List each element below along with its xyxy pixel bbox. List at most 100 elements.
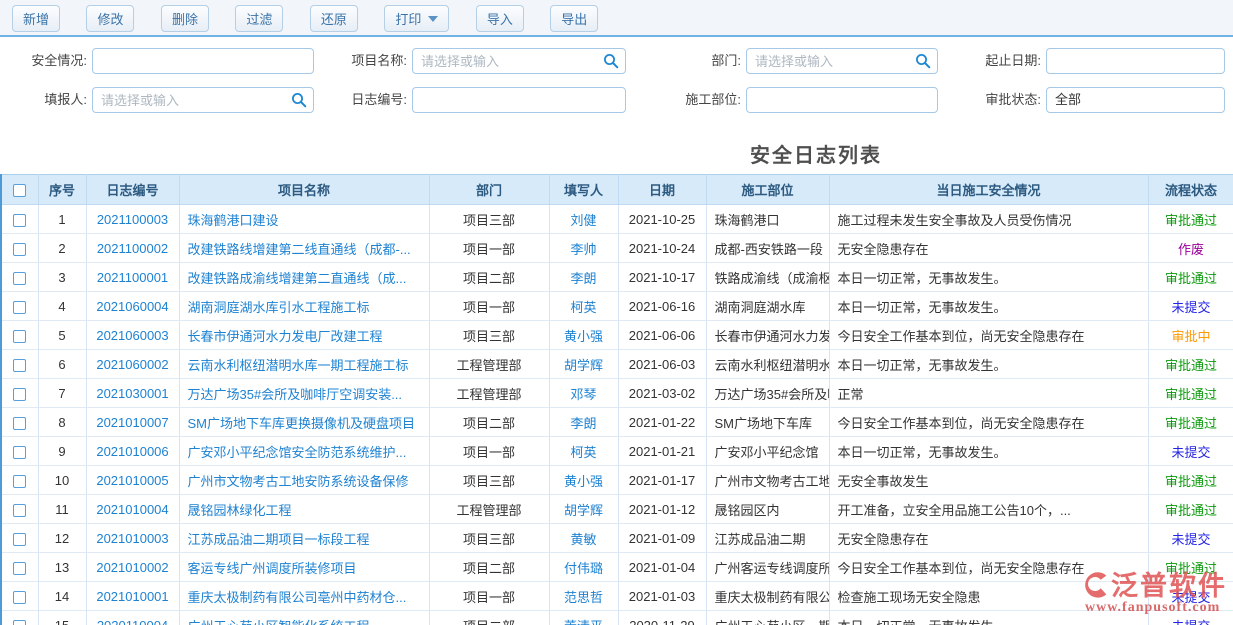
project-name-link[interactable]: 广州天心苑小区智能化系统工程 (188, 619, 370, 625)
table-row[interactable]: 82021010007SM广场地下车库更换摄像机及硬盘项目项目二部李朗2021-… (1, 408, 1233, 437)
row-checkbox[interactable] (13, 417, 26, 430)
row-checkbox[interactable] (13, 533, 26, 546)
department-input[interactable] (746, 48, 938, 74)
project-name-link[interactable]: SM广场地下车库更换摄像机及硬盘项目 (188, 416, 416, 431)
table-row[interactable]: 142021010001重庆太极制药有限公司亳州中药材仓...项目一部范思哲20… (1, 582, 1233, 611)
writer-link[interactable]: 李帅 (570, 242, 596, 257)
table-row[interactable]: 52021060003长春市伊通河水力发电厂改建工程项目三部黄小强2021-06… (1, 321, 1233, 350)
project-name-link[interactable]: 珠海鹤港口建设 (188, 213, 279, 228)
status-badge: 作废 (1178, 242, 1204, 257)
table-row[interactable]: 92021010006广安邓小平纪念馆安全防范系统维护...项目一部柯英2021… (1, 437, 1233, 466)
log-number-link[interactable]: 2020110004 (97, 618, 168, 625)
writer-link[interactable]: 董清平 (564, 619, 603, 625)
row-checkbox[interactable] (13, 591, 26, 604)
import-button[interactable]: 导入 (476, 5, 524, 32)
row-checkbox[interactable] (13, 330, 26, 343)
department-cell: 项目三部 (429, 466, 549, 495)
project-name-link[interactable]: 广安邓小平纪念馆安全防范系统维护... (188, 445, 407, 460)
table-row[interactable]: 12021100003珠海鹤港口建设项目三部刘健2021-10-25珠海鹤港口施… (1, 205, 1233, 234)
delete-button[interactable]: 删除 (161, 5, 209, 32)
table-row[interactable]: 102021010005广州市文物考古工地安防系统设备保修项目三部黄小强2021… (1, 466, 1233, 495)
log-number-link[interactable]: 2021010005 (96, 473, 168, 488)
row-checkbox[interactable] (13, 620, 26, 625)
row-checkbox[interactable] (13, 504, 26, 517)
row-checkbox[interactable] (13, 214, 26, 227)
writer-link[interactable]: 柯英 (570, 445, 596, 460)
log-number-link[interactable]: 2021010004 (96, 502, 168, 517)
log-number-link[interactable]: 2021010007 (96, 415, 168, 430)
table-row[interactable]: 122021010003江苏成品油二期项目一标段工程项目三部黄敏2021-01-… (1, 524, 1233, 553)
row-checkbox[interactable] (13, 301, 26, 314)
project-name-link[interactable]: 江苏成品油二期项目一标段工程 (188, 532, 370, 547)
table-row[interactable]: 152020110004广州天心苑小区智能化系统工程项目二部董清平2020-11… (1, 611, 1233, 625)
row-checkbox[interactable] (13, 272, 26, 285)
search-icon[interactable] (603, 53, 619, 69)
writer-link[interactable]: 邓琴 (570, 387, 596, 402)
edit-button[interactable]: 修改 (86, 5, 134, 32)
row-checkbox[interactable] (13, 243, 26, 256)
log-number-link[interactable]: 2021100003 (97, 212, 168, 227)
writer-link[interactable]: 李朗 (570, 416, 596, 431)
table-row[interactable]: 42021060004湖南洞庭湖水库引水工程施工标项目一部柯英2021-06-1… (1, 292, 1233, 321)
filter-button[interactable]: 过滤 (235, 5, 283, 32)
row-checkbox[interactable] (13, 475, 26, 488)
safety-situation-input[interactable] (92, 48, 314, 74)
log-number-link[interactable]: 2021060004 (96, 299, 168, 314)
approval-status-select[interactable]: 全部 (1046, 87, 1225, 113)
print-button[interactable]: 打印 (384, 5, 449, 32)
log-number-link[interactable]: 2021010001 (96, 589, 168, 604)
project-name-link[interactable]: 改建铁路线增建第二线直通线（成都-... (188, 242, 411, 257)
writer-link[interactable]: 李朗 (570, 271, 596, 286)
writer-link[interactable]: 胡学辉 (564, 358, 603, 373)
project-name-link[interactable]: 改建铁路成渝线增建第二直通线（成... (188, 271, 407, 286)
export-button[interactable]: 导出 (550, 5, 598, 32)
row-checkbox[interactable] (13, 388, 26, 401)
department-cell: 工程管理部 (429, 495, 549, 524)
log-number-link[interactable]: 2021100001 (97, 270, 168, 285)
row-checkbox[interactable] (13, 446, 26, 459)
row-checkbox[interactable] (13, 562, 26, 575)
log-number-link[interactable]: 2021010003 (96, 531, 168, 546)
writer-link[interactable]: 付伟璐 (564, 561, 603, 576)
search-icon[interactable] (915, 53, 931, 69)
writer-link[interactable]: 柯英 (570, 300, 596, 315)
log-number-link[interactable]: 2021060002 (96, 357, 168, 372)
table-row[interactable]: 72021030001万达广场35#会所及咖啡厅空调安装...工程管理部邓琴20… (1, 379, 1233, 408)
project-name-link[interactable]: 长春市伊通河水力发电厂改建工程 (188, 329, 383, 344)
log-number-link[interactable]: 2021100002 (97, 241, 168, 256)
log-number-link[interactable]: 2021010002 (96, 560, 168, 575)
table-row[interactable]: 132021010002客运专线广州调度所装修项目项目二部付伟璐2021-01-… (1, 553, 1233, 582)
log-number-input[interactable] (412, 87, 626, 113)
project-name-link[interactable]: 湖南洞庭湖水库引水工程施工标 (188, 300, 370, 315)
writer-link[interactable]: 胡学辉 (564, 503, 603, 518)
search-icon[interactable] (291, 92, 307, 108)
select-all-checkbox[interactable] (13, 184, 26, 197)
project-name-link[interactable]: 客运专线广州调度所装修项目 (188, 561, 357, 576)
flow-status-cell: 审批通过 (1148, 205, 1233, 234)
writer-link[interactable]: 黄小强 (564, 329, 603, 344)
row-checkbox[interactable] (13, 359, 26, 372)
log-number-link[interactable]: 2021010006 (96, 444, 168, 459)
writer-link[interactable]: 范思哲 (564, 590, 603, 605)
table-row[interactable]: 112021010004晟铭园林绿化工程工程管理部胡学辉2021-01-12晟铭… (1, 495, 1233, 524)
project-name-link[interactable]: 云南水利枢纽潜明水库一期工程施工标 (188, 358, 409, 373)
log-number-link[interactable]: 2021030001 (96, 386, 168, 401)
project-name-link[interactable]: 晟铭园林绿化工程 (188, 503, 292, 518)
table-row[interactable]: 22021100002改建铁路线增建第二线直通线（成都-...项目一部李帅202… (1, 234, 1233, 263)
restore-button[interactable]: 还原 (310, 5, 358, 32)
project-name-link[interactable]: 广州市文物考古工地安防系统设备保修 (188, 474, 409, 489)
department-cell: 项目二部 (429, 263, 549, 292)
writer-link[interactable]: 刘健 (570, 213, 596, 228)
add-button[interactable]: 新增 (12, 5, 60, 32)
table-row[interactable]: 62021060002云南水利枢纽潜明水库一期工程施工标工程管理部胡学辉2021… (1, 350, 1233, 379)
project-name-link[interactable]: 万达广场35#会所及咖啡厅空调安装... (188, 387, 403, 402)
reporter-input[interactable] (92, 87, 314, 113)
construction-part-input[interactable] (746, 87, 938, 113)
writer-link[interactable]: 黄小强 (564, 474, 603, 489)
writer-link[interactable]: 黄敏 (570, 532, 596, 547)
table-row[interactable]: 32021100001改建铁路成渝线增建第二直通线（成...项目二部李朗2021… (1, 263, 1233, 292)
project-name-input[interactable] (412, 48, 626, 74)
project-name-link[interactable]: 重庆太极制药有限公司亳州中药材仓... (188, 590, 407, 605)
log-number-link[interactable]: 2021060003 (96, 328, 168, 343)
date-range-input[interactable] (1046, 48, 1225, 74)
